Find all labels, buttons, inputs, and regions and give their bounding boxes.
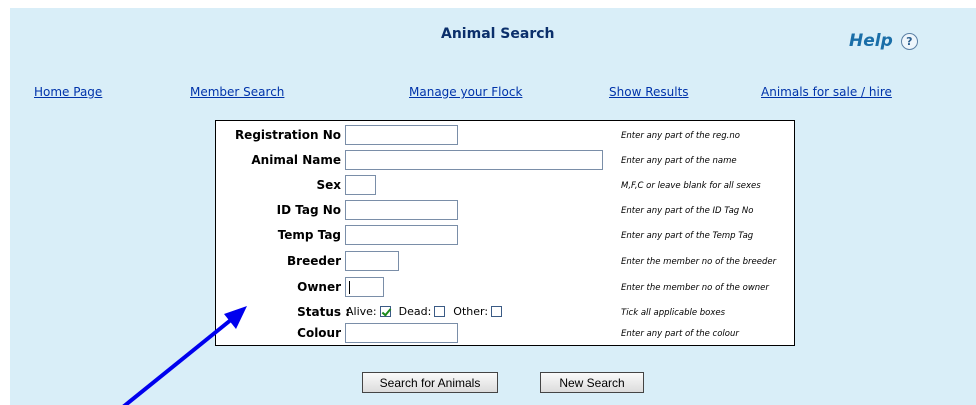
other-label: Other: xyxy=(453,305,489,318)
registration-no-label: Registration No : xyxy=(234,128,350,142)
row-colour: Colour : Enter any part of the colour xyxy=(216,322,794,344)
nav-link-manage-flock[interactable]: Manage your Flock xyxy=(409,85,522,99)
registration-no-input[interactable] xyxy=(345,125,458,145)
colour-hint: Enter any part of the colour xyxy=(621,329,739,339)
breeder-input[interactable] xyxy=(345,251,399,271)
help-link[interactable]: Help ? xyxy=(849,31,918,51)
row-sex: Sex : M,F,C or leave blank for all sexes xyxy=(216,174,794,196)
nav-link-home[interactable]: Home Page xyxy=(34,85,102,99)
nav-link-animals-for-sale[interactable]: Animals for sale / hire xyxy=(761,85,892,99)
status-options: Alive: Dead: Other: xyxy=(346,305,510,318)
search-for-animals-button[interactable]: Search for Animals xyxy=(362,372,498,393)
owner-label: Owner : xyxy=(297,280,350,294)
help-question-icon[interactable]: ? xyxy=(900,32,918,50)
other-checkbox[interactable] xyxy=(491,306,503,317)
new-search-button[interactable]: New Search xyxy=(540,372,644,393)
animal-name-hint: Enter any part of the name xyxy=(621,156,737,166)
animal-name-input[interactable] xyxy=(345,150,603,170)
search-form: Registration No : Enter any part of the … xyxy=(215,120,795,346)
alive-label: Alive: xyxy=(346,305,377,318)
breeder-hint: Enter the member no of the breeder xyxy=(621,257,777,267)
row-temp-tag: Temp Tag : Enter any part of the Temp Ta… xyxy=(216,224,794,246)
id-tag-no-input[interactable] xyxy=(345,200,458,220)
dead-label: Dead: xyxy=(398,305,432,318)
id-tag-no-hint: Enter any part of the ID Tag No xyxy=(621,206,754,216)
status-hint: Tick all applicable boxes xyxy=(621,308,726,318)
temp-tag-input[interactable] xyxy=(345,225,458,245)
owner-hint: Enter the member no of the owner xyxy=(621,283,769,293)
row-id-tag-no: ID Tag No : Enter any part of the ID Tag… xyxy=(216,199,794,221)
nav-link-member-search[interactable]: Member Search xyxy=(190,85,284,99)
colour-input[interactable] xyxy=(345,323,458,343)
animal-name-label: Animal Name : xyxy=(251,153,350,167)
row-status: Status : Alive: Dead: Other: Tick all ap… xyxy=(216,301,794,323)
registration-no-hint: Enter any part of the reg.no xyxy=(621,131,740,141)
row-breeder: Breeder : Enter the member no of the bre… xyxy=(216,250,794,272)
help-label: Help xyxy=(849,31,893,51)
text-caret xyxy=(349,281,350,294)
row-animal-name: Animal Name : Enter any part of the name xyxy=(216,149,794,171)
breeder-label: Breeder : xyxy=(287,254,350,268)
temp-tag-hint: Enter any part of the Temp Tag xyxy=(621,231,754,241)
colour-label: Colour : xyxy=(297,326,350,340)
dead-checkbox[interactable] xyxy=(434,306,446,317)
sex-input[interactable] xyxy=(345,175,376,195)
id-tag-no-label: ID Tag No : xyxy=(276,203,350,217)
status-label: Status : xyxy=(297,305,350,319)
page-title: Animal Search xyxy=(441,26,555,42)
nav-link-show-results[interactable]: Show Results xyxy=(609,85,689,99)
row-owner: Owner : Enter the member no of the owner xyxy=(216,276,794,298)
temp-tag-label: Temp Tag : xyxy=(277,228,350,242)
alive-checkbox[interactable] xyxy=(379,306,391,317)
sex-hint: M,F,C or leave blank for all sexes xyxy=(621,181,761,191)
owner-input[interactable] xyxy=(345,277,384,297)
row-registration-no: Registration No : Enter any part of the … xyxy=(216,124,794,146)
